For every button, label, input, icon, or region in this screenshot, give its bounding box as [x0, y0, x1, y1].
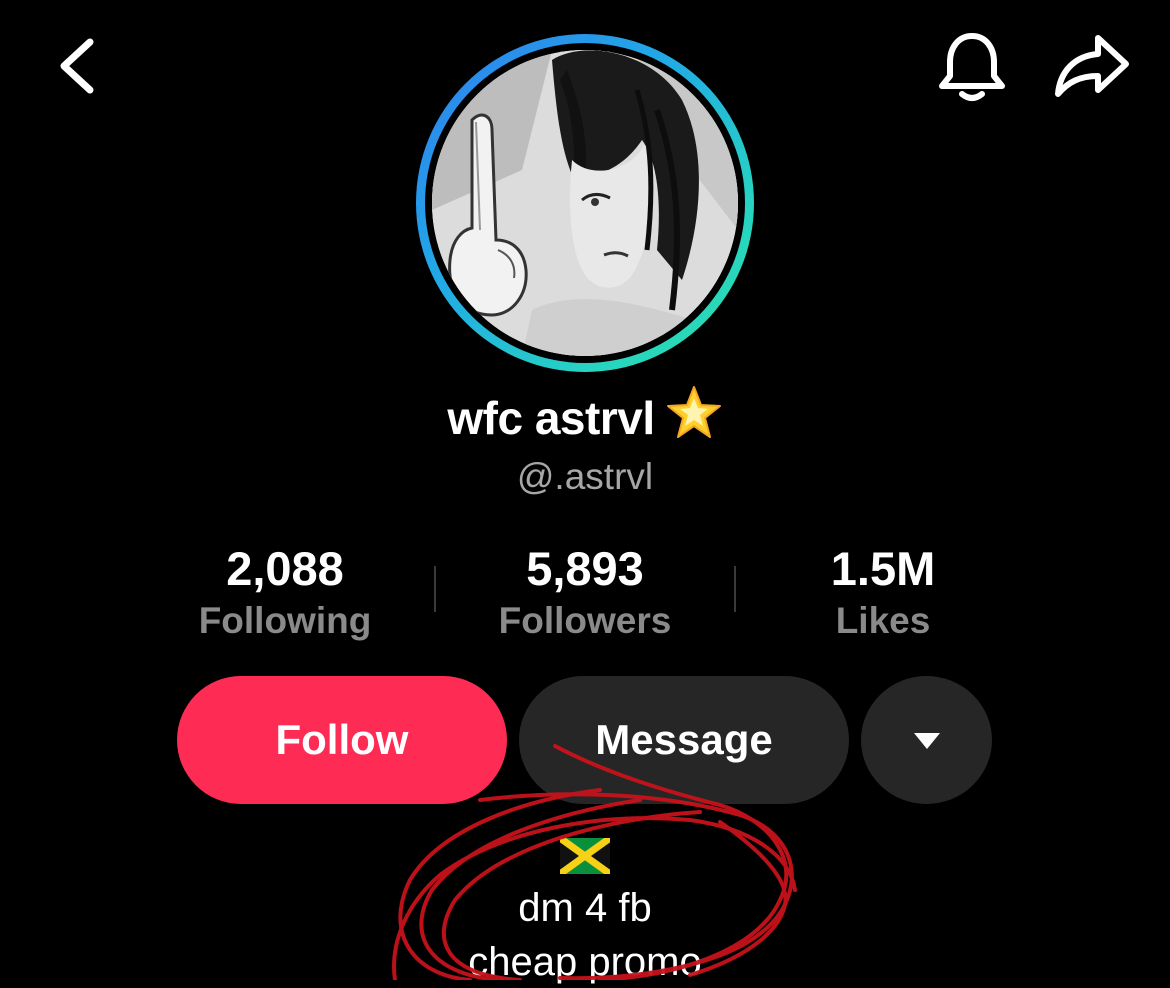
- follow-button[interactable]: Follow: [177, 676, 507, 804]
- profile-name-row: wfc astrvl: [0, 384, 1170, 448]
- more-options-button[interactable]: [861, 676, 992, 804]
- stat-followers[interactable]: 5,893 Followers: [435, 540, 735, 644]
- bell-icon[interactable]: [936, 30, 1008, 104]
- display-name: wfc astrvl: [447, 392, 655, 444]
- stat-following[interactable]: 2,088 Following: [135, 540, 435, 644]
- jamaica-flag-icon: [560, 838, 610, 874]
- profile-handle: @.astrvl: [516, 456, 654, 497]
- back-chevron-icon[interactable]: [52, 34, 104, 98]
- followers-count: 5,893: [526, 542, 644, 595]
- likes-count: 1.5M: [830, 542, 936, 595]
- bio-line-2: cheap promo: [468, 940, 702, 984]
- avatar[interactable]: [432, 50, 738, 356]
- share-arrow-icon[interactable]: [1052, 32, 1132, 100]
- likes-label: Likes: [835, 600, 931, 641]
- glowing-star-icon: [666, 386, 721, 438]
- stat-likes[interactable]: 1.5M Likes: [733, 540, 1033, 644]
- avatar-ring[interactable]: [416, 34, 754, 372]
- followers-label: Followers: [498, 600, 672, 641]
- following-label: Following: [198, 600, 372, 641]
- triangle-down-icon: [914, 733, 940, 749]
- manga-character-avatar-icon: [432, 50, 738, 356]
- bio-line-1: dm 4 fb: [518, 886, 652, 930]
- message-button[interactable]: Message: [519, 676, 849, 804]
- following-count: 2,088: [226, 542, 344, 595]
